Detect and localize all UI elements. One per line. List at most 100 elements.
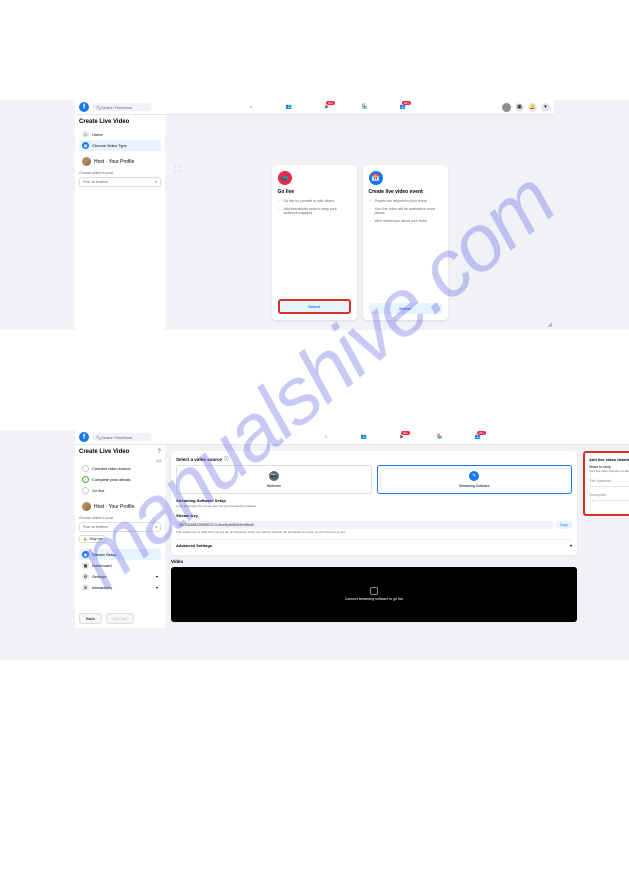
chevron-down-icon: ▾ [570, 543, 572, 548]
stream-icon: ▣ [82, 551, 89, 558]
settings-item[interactable]: ⚙ Settings▾ [79, 571, 161, 582]
dashboard-item[interactable]: ▦ Dashboard [79, 560, 161, 571]
notifications-icon[interactable]: 🔔 [528, 103, 537, 112]
avatar [82, 502, 91, 511]
sidebar-choose-type[interactable]: ▣ Choose Video Type [79, 140, 161, 151]
search-input[interactable]: 🔍 Search Facebook [92, 103, 152, 111]
create-event-card: 📅 Create live video event People can res… [363, 165, 448, 320]
postto-label: Choose where to post [79, 516, 161, 520]
resize-handle[interactable]: ◢ [547, 321, 552, 328]
step-icon [82, 487, 89, 494]
software-icon: ✎ [469, 471, 479, 481]
panel-title: Select a video source [176, 457, 222, 462]
avatar [82, 157, 91, 166]
chevron-down-icon: ▾ [156, 585, 158, 590]
chevron-down-icon: ▾ [156, 574, 158, 579]
dashboard-icon: ▦ [82, 562, 89, 569]
card-title: Go live [278, 189, 351, 195]
search-input[interactable]: 🔍 Search Facebook [92, 433, 152, 441]
go-live-card: 📹 Go live Go live by yourself or with ot… [272, 165, 357, 320]
profile-avatar[interactable] [502, 103, 511, 112]
friends-icon[interactable]: 👥 [285, 103, 293, 111]
left-sidebar: Create Live Video ⌂ Home ▣ Choose Video … [75, 115, 165, 330]
video-placeholder-icon [370, 587, 378, 595]
expand-icon[interactable]: ⛶ [175, 165, 181, 175]
screenshot-bottom: f 🔍 Search Facebook ⌂ 👥 ▶20+ 🏪 👥20+ ▦ 🔔 … [0, 430, 629, 660]
webcam-option[interactable]: 📷 Webcam [176, 465, 372, 494]
bullet: Your live video will be available in mor… [369, 207, 442, 216]
bullet: People can respond to your event [369, 199, 442, 204]
camera-icon: 📹 [278, 171, 292, 185]
bullet: We'll remind you about your event [369, 219, 442, 224]
chevron-down-icon: ▾ [155, 180, 157, 184]
back-button[interactable]: Back [79, 613, 102, 624]
facebook-logo[interactable]: f [79, 432, 89, 442]
step-golive: Go live [79, 485, 161, 496]
stream-key-label: Stream Key [176, 513, 572, 518]
menu-icon[interactable]: ▦ [515, 103, 524, 112]
profile-row[interactable]: Host · Your Profile [79, 499, 161, 514]
groups-icon[interactable]: 👥20+ [474, 433, 482, 441]
interactivity-icon: ⊕ [82, 584, 89, 591]
video-heading: Video [171, 559, 577, 564]
help-icon[interactable]: ? [157, 449, 161, 455]
top-bar: f 🔍 Search Facebook ⌂ 👥 ▶20+ 🏪 👥20+ ▦ 🔔 … [75, 100, 554, 115]
share-story-label: Share to story [589, 465, 611, 469]
select-event-button[interactable]: Select [369, 303, 442, 314]
sidebar-home[interactable]: ⌂ Home [79, 129, 161, 140]
left-sidebar: Create Live Video ? 1/3 Connect video so… [75, 445, 165, 628]
groups-icon[interactable]: 👥20+ [399, 103, 407, 111]
step-complete: ✓ Complete post details [79, 474, 161, 485]
help-text: Copy and paste the stream key into your … [176, 505, 572, 509]
profile-row[interactable]: Host · Your Profile [79, 154, 161, 169]
copy-button[interactable]: Copy [556, 521, 572, 529]
software-option[interactable]: ✎ Streaming Software [377, 465, 573, 494]
postto-dropdown[interactable]: Post on timeline▾ [79, 177, 161, 187]
friends-icon[interactable]: 👥 [360, 433, 368, 441]
card-title: Create live video event [369, 189, 442, 195]
content-area: ⛶ 📹 Go live Go live by yourself or with … [165, 115, 554, 330]
sidebar-title: Create Live Video ? [79, 449, 161, 455]
video-preview: Connect streaming software to go live [171, 567, 577, 622]
home-icon[interactable]: ⌂ [247, 103, 255, 111]
watch-icon[interactable]: ▶20+ [323, 103, 331, 111]
checkmark-icon: ✓ [82, 476, 89, 483]
live-video-details-panel: Add live video details Share to story Yo… [583, 451, 629, 516]
help-text: Your live video will also be added to yo… [589, 469, 629, 473]
facebook-logo[interactable]: f [79, 102, 89, 112]
marketplace-icon[interactable]: 🏪 [436, 433, 444, 441]
sidebar-title: Create Live Video [79, 119, 161, 125]
select-golive-button[interactable]: Select [278, 299, 351, 314]
top-bar: f 🔍 Search Facebook ⌂ 👥 ▶20+ 🏪 👥20+ ▦ 🔔 … [75, 430, 629, 445]
interactivity-item[interactable]: ⊕ Interactivity▾ [79, 582, 161, 593]
subheading: Streaming Software Setup [176, 498, 572, 503]
calendar-icon: 📅 [369, 171, 383, 185]
bullet: Go live by yourself or with others [278, 199, 351, 204]
video-type-icon: ▣ [82, 142, 89, 149]
account-dropdown-icon[interactable]: ▾ [541, 103, 550, 112]
home-icon: ⌂ [82, 131, 89, 138]
audience-selector[interactable]: 🔒 Only me [79, 535, 106, 543]
help-text: This stream key is valid until you log o… [176, 531, 572, 535]
screenshot-top: f 🔍 Search Facebook ⌂ 👥 ▶20+ 🏪 👥20+ ▦ 🔔 … [0, 100, 629, 330]
stream-setup-item[interactable]: ▣ Stream Setup [79, 549, 161, 560]
step-icon [82, 465, 89, 472]
video-source-panel: Select a video source ⓘ 📷 Webcam ✎ Strea… [171, 451, 577, 555]
panel-title: Add live video details [589, 457, 629, 462]
camera-icon: 📷 [269, 471, 279, 481]
gear-icon: ⚙ [82, 573, 89, 580]
chevron-down-icon: ▾ [155, 525, 157, 529]
step-connect: Connect video source [79, 463, 161, 474]
watch-icon[interactable]: ▶20+ [398, 433, 406, 441]
home-icon[interactable]: ⌂ [322, 433, 330, 441]
info-icon[interactable]: ⓘ [224, 456, 229, 462]
title-input[interactable]: Title (optional) [589, 476, 629, 487]
description-input[interactable]: Description [589, 490, 629, 501]
stream-key-field[interactable]: FB-532698225558022-0-AbwRpbBlMA9mNBx8l [176, 521, 553, 529]
postto-dropdown[interactable]: Post on timeline▾ [79, 522, 161, 532]
golive-button[interactable]: Go Live [106, 613, 134, 624]
postto-label: Choose where to post [79, 171, 161, 175]
advanced-settings-toggle[interactable]: Advanced Settings [176, 543, 212, 548]
marketplace-icon[interactable]: 🏪 [361, 103, 369, 111]
bullet: Add interactivity tools to keep your aud… [278, 207, 351, 216]
